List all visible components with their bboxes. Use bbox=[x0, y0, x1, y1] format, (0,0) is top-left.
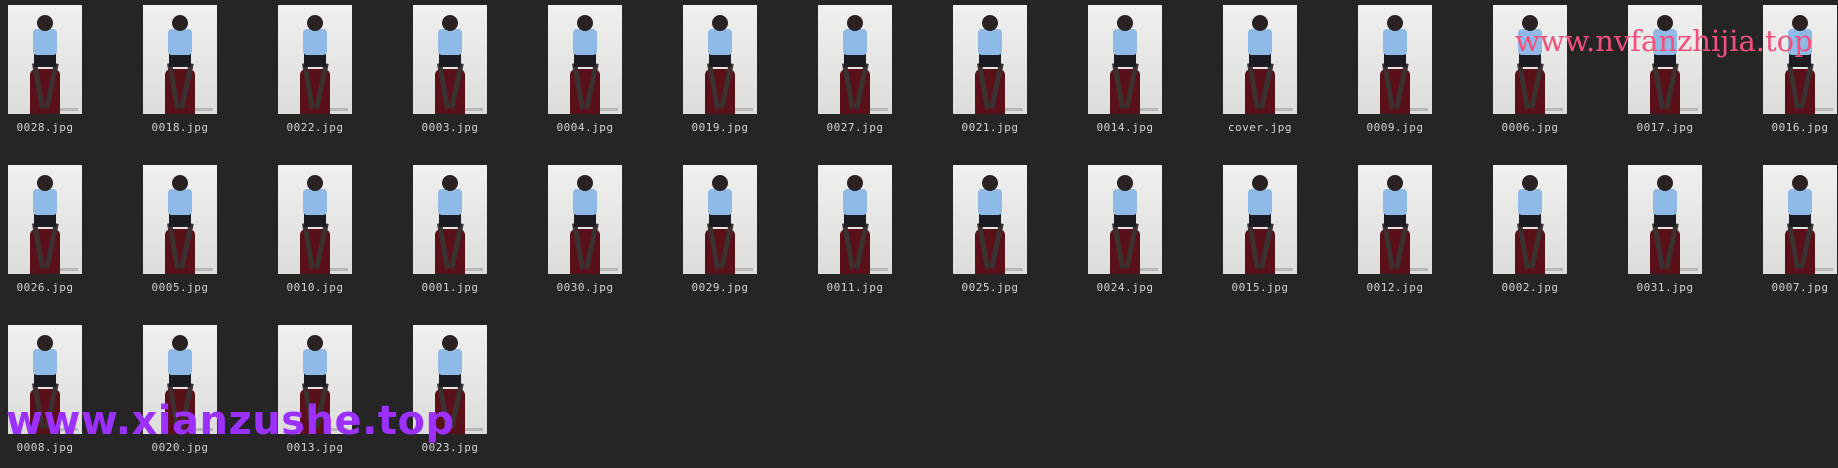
file-thumbnail[interactable] bbox=[953, 5, 1027, 114]
file-thumbnail[interactable] bbox=[1628, 165, 1702, 274]
file-name: 0012.jpg bbox=[1366, 281, 1424, 294]
file-item[interactable]: 0021.jpg bbox=[945, 0, 1055, 148]
file-name: 0009.jpg bbox=[1366, 121, 1424, 134]
file-item[interactable]: 0004.jpg bbox=[540, 0, 650, 148]
file-name: 0004.jpg bbox=[556, 121, 614, 134]
file-item[interactable]: 0026.jpg bbox=[0, 160, 110, 308]
file-name: 0017.jpg bbox=[1636, 121, 1694, 134]
file-item[interactable]: 0023.jpg bbox=[405, 320, 515, 468]
file-thumbnail[interactable] bbox=[683, 165, 757, 274]
file-item[interactable]: 0006.jpg bbox=[1485, 0, 1595, 148]
file-name: 0029.jpg bbox=[691, 281, 749, 294]
file-thumbnail[interactable] bbox=[818, 5, 892, 114]
file-thumbnail[interactable] bbox=[1088, 5, 1162, 114]
file-item[interactable]: 0027.jpg bbox=[810, 0, 920, 148]
file-item[interactable]: 0018.jpg bbox=[135, 0, 245, 148]
file-thumbnail[interactable] bbox=[8, 5, 82, 114]
file-thumbnail[interactable] bbox=[278, 165, 352, 274]
file-item[interactable]: 0015.jpg bbox=[1215, 160, 1325, 308]
file-item[interactable]: 0010.jpg bbox=[270, 160, 380, 308]
file-item[interactable]: 0002.jpg bbox=[1485, 160, 1595, 308]
file-item[interactable]: 0016.jpg bbox=[1755, 0, 1838, 148]
file-item[interactable]: 0020.jpg bbox=[135, 320, 245, 468]
file-thumbnail[interactable] bbox=[143, 5, 217, 114]
file-thumbnail[interactable] bbox=[1223, 5, 1297, 114]
file-name: 0006.jpg bbox=[1501, 121, 1559, 134]
file-name: 0010.jpg bbox=[286, 281, 344, 294]
file-item[interactable]: 0025.jpg bbox=[945, 160, 1055, 308]
file-name: 0015.jpg bbox=[1231, 281, 1289, 294]
file-item[interactable]: 0011.jpg bbox=[810, 160, 920, 308]
file-name: 0030.jpg bbox=[556, 281, 614, 294]
file-item[interactable]: 0003.jpg bbox=[405, 0, 515, 148]
file-name: 0016.jpg bbox=[1771, 121, 1829, 134]
file-thumbnail[interactable] bbox=[1763, 165, 1837, 274]
file-thumbnail[interactable] bbox=[1358, 165, 1432, 274]
file-thumbnail[interactable] bbox=[1223, 165, 1297, 274]
file-thumbnail[interactable] bbox=[1493, 165, 1567, 274]
file-item[interactable]: 0007.jpg bbox=[1755, 160, 1838, 308]
file-name: 0022.jpg bbox=[286, 121, 344, 134]
file-thumbnail[interactable] bbox=[413, 165, 487, 274]
file-item[interactable]: 0022.jpg bbox=[270, 0, 380, 148]
watermark-bottom: www.xianzushe.top bbox=[6, 398, 455, 444]
file-item[interactable]: 0031.jpg bbox=[1620, 160, 1730, 308]
file-thumbnail[interactable] bbox=[548, 165, 622, 274]
file-item[interactable]: 0028.jpg bbox=[0, 0, 110, 148]
file-thumbnail[interactable] bbox=[413, 5, 487, 114]
file-item[interactable]: 0013.jpg bbox=[270, 320, 380, 468]
file-name: 0021.jpg bbox=[961, 121, 1019, 134]
file-name: 0027.jpg bbox=[826, 121, 884, 134]
file-name: 0011.jpg bbox=[826, 281, 884, 294]
file-name: 0001.jpg bbox=[421, 281, 479, 294]
file-name: 0014.jpg bbox=[1096, 121, 1154, 134]
file-thumbnail[interactable] bbox=[1088, 165, 1162, 274]
file-name: 0007.jpg bbox=[1771, 281, 1829, 294]
file-name: 0005.jpg bbox=[151, 281, 209, 294]
file-name: 0024.jpg bbox=[1096, 281, 1154, 294]
file-thumbnail[interactable] bbox=[1358, 5, 1432, 114]
file-item[interactable]: 0014.jpg bbox=[1080, 0, 1190, 148]
file-name: 0018.jpg bbox=[151, 121, 209, 134]
file-thumbnail[interactable] bbox=[953, 165, 1027, 274]
file-item[interactable]: 0008.jpg bbox=[0, 320, 110, 468]
file-name: cover.jpg bbox=[1227, 121, 1293, 134]
file-thumbnail[interactable] bbox=[818, 165, 892, 274]
file-thumbnail[interactable] bbox=[1628, 5, 1702, 114]
file-thumbnail[interactable] bbox=[1763, 5, 1837, 114]
file-thumbnail[interactable] bbox=[278, 5, 352, 114]
watermark-top: www.nvfanzhijia.top bbox=[1515, 24, 1813, 58]
file-thumbnail[interactable] bbox=[683, 5, 757, 114]
file-name: 0025.jpg bbox=[961, 281, 1019, 294]
file-name: 0019.jpg bbox=[691, 121, 749, 134]
file-name: 0026.jpg bbox=[16, 281, 74, 294]
file-name: 0002.jpg bbox=[1501, 281, 1559, 294]
file-name: 0031.jpg bbox=[1636, 281, 1694, 294]
file-grid: 0028.jpg 0018.jpg 0022.jpg 0003.jpg 0004.jpg… bbox=[0, 0, 1838, 454]
file-item[interactable]: 0009.jpg bbox=[1350, 0, 1460, 148]
file-thumbnail[interactable] bbox=[1493, 5, 1567, 114]
file-item[interactable]: 0019.jpg bbox=[675, 0, 785, 148]
file-item[interactable]: 0029.jpg bbox=[675, 160, 785, 308]
file-name: 0003.jpg bbox=[421, 121, 479, 134]
file-item[interactable]: 0001.jpg bbox=[405, 160, 515, 308]
file-item[interactable]: 0005.jpg bbox=[135, 160, 245, 308]
file-item[interactable]: 0024.jpg bbox=[1080, 160, 1190, 308]
file-thumbnail[interactable] bbox=[8, 165, 82, 274]
file-item[interactable]: 0017.jpg bbox=[1620, 0, 1730, 148]
file-item[interactable]: 0012.jpg bbox=[1350, 160, 1460, 308]
file-thumbnail[interactable] bbox=[143, 165, 217, 274]
file-item[interactable]: 0030.jpg bbox=[540, 160, 650, 308]
file-thumbnail[interactable] bbox=[548, 5, 622, 114]
file-item[interactable]: cover.jpg bbox=[1215, 0, 1325, 148]
file-name: 0028.jpg bbox=[16, 121, 74, 134]
